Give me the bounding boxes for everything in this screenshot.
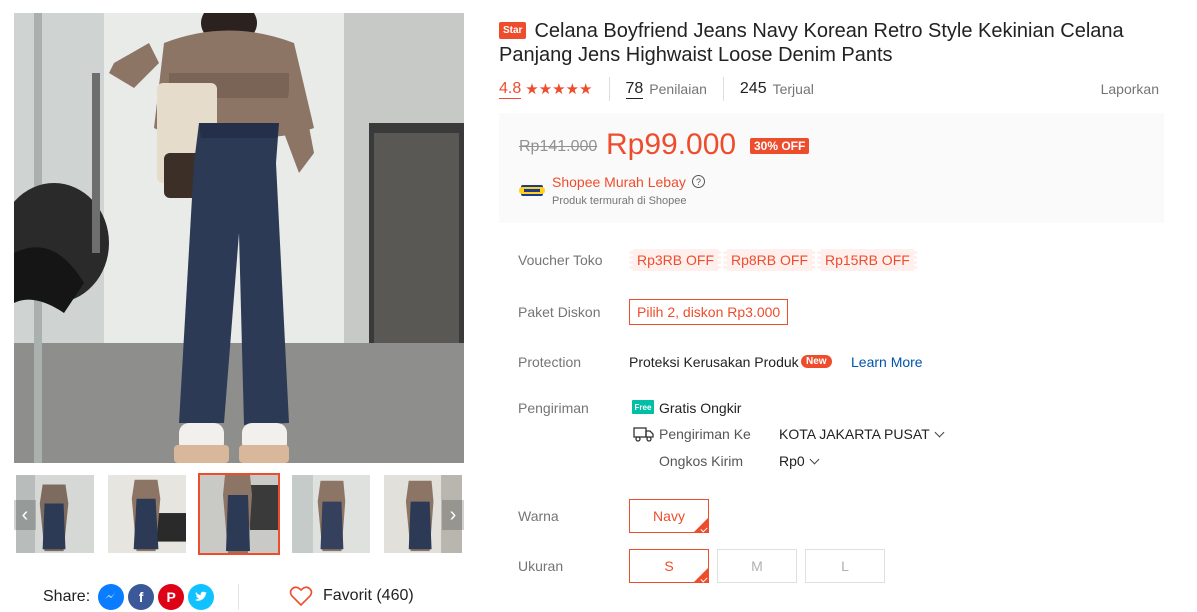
- murah-lebay-logo-icon: [519, 185, 545, 196]
- discount-badge: 30% OFF: [750, 138, 810, 154]
- star-rating-icon: ★★★★★: [525, 81, 593, 98]
- voucher-chip[interactable]: Rp3RB OFF: [629, 249, 722, 271]
- promo-title[interactable]: Shopee Murah Lebay: [552, 174, 686, 190]
- sold-stat: 245 Terjual: [740, 77, 830, 101]
- share-row: Share: f P: [43, 584, 215, 610]
- thumbnail-4[interactable]: [290, 473, 372, 555]
- report-link[interactable]: Laporkan: [1101, 81, 1159, 97]
- ship-cost-dropdown[interactable]: Rp0: [779, 453, 820, 469]
- help-icon[interactable]: ?: [692, 175, 705, 188]
- size-option-label: S: [664, 558, 674, 574]
- learn-more-link[interactable]: Learn More: [851, 354, 923, 370]
- ship-cost-value: Rp0: [779, 453, 805, 469]
- protection-value: Proteksi Kerusakan Produk: [629, 354, 799, 370]
- messenger-icon[interactable]: [98, 584, 125, 610]
- check-icon: [700, 575, 708, 583]
- chevron-down-icon: [934, 427, 945, 437]
- size-option-label: L: [841, 558, 849, 574]
- original-price: Rp141.000: [519, 138, 598, 155]
- sold-label: Terjual: [772, 81, 814, 97]
- truck-icon: [633, 427, 654, 442]
- voucher-chip[interactable]: Rp15RB OFF: [817, 249, 917, 271]
- voucher-chip[interactable]: Rp8RB OFF: [723, 249, 816, 271]
- star-seller-badge: Star: [499, 22, 527, 39]
- check-icon: [700, 525, 708, 533]
- voucher-label: Voucher Toko: [518, 252, 603, 268]
- chevron-down-icon: [809, 454, 820, 464]
- rating-value: 4.8: [499, 79, 522, 99]
- size-label: Ukuran: [518, 558, 564, 574]
- color-option-navy[interactable]: Navy: [629, 499, 709, 533]
- size-option-l[interactable]: L: [805, 549, 885, 583]
- reviews-stat[interactable]: 78 Penilaian: [625, 77, 724, 101]
- twitter-icon[interactable]: [188, 584, 215, 610]
- ship-cost-label: Ongkos Kirim: [659, 453, 744, 469]
- reviews-label: Penilaian: [649, 81, 707, 97]
- product-title-text: Celana Boyfriend Jeans Navy Korean Retro…: [499, 20, 1124, 66]
- thumbnail-strip: [14, 473, 464, 555]
- free-shipping-text: Gratis Ongkir: [659, 400, 742, 416]
- pinterest-icon[interactable]: P: [158, 584, 185, 610]
- thumbnail-3[interactable]: [198, 473, 280, 555]
- ship-to-dropdown[interactable]: KOTA JAKARTA PUSAT: [779, 426, 945, 442]
- rating-stat[interactable]: 4.8 ★★★★★: [499, 77, 610, 101]
- free-shipping-icon: Free: [632, 400, 654, 414]
- reviews-count: 78: [625, 79, 644, 99]
- current-price: Rp99.000: [606, 128, 737, 161]
- new-badge: New: [801, 355, 832, 368]
- share-divider: [238, 584, 239, 610]
- color-label: Warna: [518, 508, 559, 524]
- size-option-s[interactable]: S: [629, 549, 709, 583]
- thumbnail-next-button[interactable]: ›: [442, 500, 464, 530]
- price-section: Rp141.000 Rp99.000 30% OFF Shopee Murah …: [499, 113, 1164, 223]
- product-title: Star Celana Boyfriend Jeans Navy Korean R…: [499, 19, 1159, 67]
- ship-to-value: KOTA JAKARTA PUSAT: [779, 426, 930, 442]
- thumbnail-prev-button[interactable]: ‹: [14, 500, 36, 530]
- thumbnail-2[interactable]: [106, 473, 188, 555]
- promo-subtitle: Produk termurah di Shopee: [552, 195, 687, 207]
- share-label: Share:: [43, 588, 91, 605]
- size-option-label: M: [751, 558, 763, 574]
- ship-to-label: Pengiriman Ke: [659, 426, 751, 442]
- product-stats: 4.8 ★★★★★ 78 Penilaian 245 Terjual Lapor…: [499, 77, 1159, 101]
- favorite-label: Favorit (460): [323, 587, 414, 604]
- main-product-image[interactable]: [14, 13, 464, 463]
- protection-label: Protection: [518, 354, 582, 370]
- facebook-icon[interactable]: f: [128, 584, 155, 610]
- shipping-label: Pengiriman: [518, 400, 589, 416]
- color-option-label: Navy: [653, 508, 685, 524]
- paket-label: Paket Diskon: [518, 304, 601, 320]
- sold-count: 245: [739, 80, 767, 97]
- paket-discount-chip[interactable]: Pilih 2, diskon Rp3.000: [629, 299, 789, 325]
- size-option-m[interactable]: M: [717, 549, 797, 583]
- favorite-button[interactable]: Favorit (460): [289, 585, 414, 607]
- heart-icon: [289, 586, 313, 607]
